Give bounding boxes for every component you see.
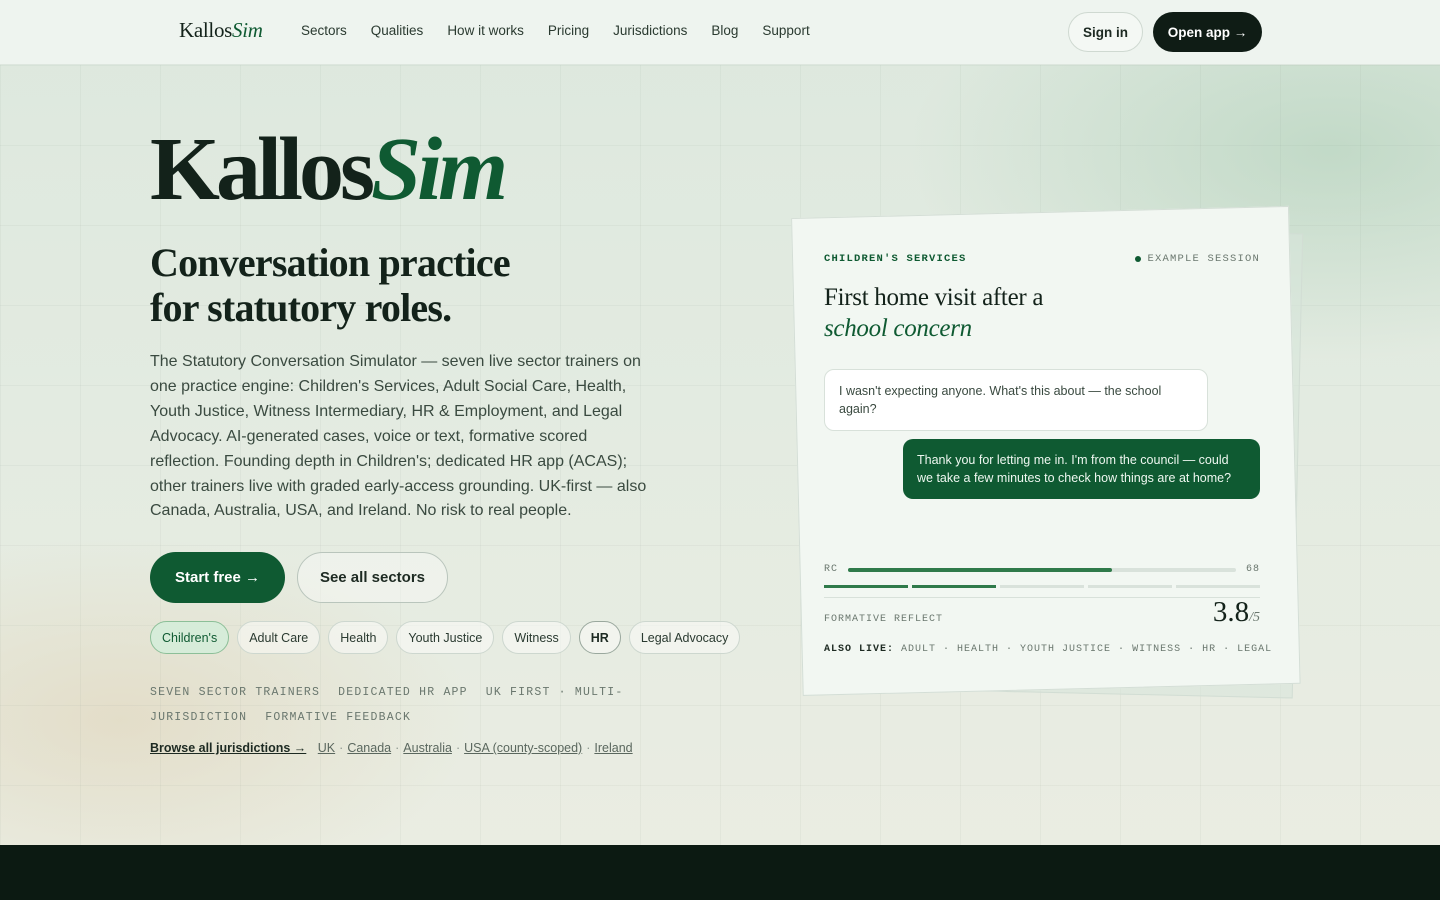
rc-label: RC — [824, 564, 839, 575]
logo-accent: Sim — [232, 18, 263, 42]
subtitle-line-1: Conversation practice — [150, 240, 511, 285]
jurisdiction-uk[interactable]: UK — [318, 741, 335, 755]
hero-description: The Statutory Conversation Simulator — s… — [150, 353, 647, 520]
jurisdiction-canada[interactable]: Canada — [347, 741, 391, 755]
nav-jurisdictions[interactable]: Jurisdictions — [613, 23, 687, 38]
tag-hr-app: DEDICATED HR APP — [338, 686, 468, 699]
top-nav: KallosSim Sectors Qualities How it works… — [0, 0, 1440, 65]
nav-support[interactable]: Support — [762, 23, 809, 38]
chip-hr[interactable]: HR — [578, 621, 621, 654]
chip-childrens[interactable]: Children's — [150, 621, 230, 654]
progress-segments — [824, 585, 1260, 588]
start-free-button[interactable]: Start free → — [150, 552, 285, 603]
jurisdiction-ireland[interactable]: Ireland — [594, 741, 632, 755]
rc-fill — [848, 567, 1112, 572]
separator: · — [586, 741, 591, 755]
message-outgoing: Thank you for letting me in. I'm from th… — [903, 439, 1260, 499]
card-title-line-2: school concern — [824, 315, 972, 342]
main-nav: Sectors Qualities How it works Pricing J… — [301, 23, 810, 38]
sector-chips: Children's Adult Care Health Youth Justi… — [150, 621, 741, 654]
chip-health[interactable]: Health — [328, 621, 389, 654]
hero-title-main: Kallos — [150, 120, 375, 219]
nav-sectors[interactable]: Sectors — [301, 23, 347, 38]
jurisdiction-australia[interactable]: Australia — [403, 741, 452, 755]
nav-how-it-works[interactable]: How it works — [447, 23, 524, 38]
nav-qualities[interactable]: Qualities — [371, 23, 424, 38]
open-app-button[interactable]: Open app → — [1153, 12, 1262, 52]
sign-in-button[interactable]: Sign in — [1068, 12, 1143, 52]
reflect-label: FORMATIVE REFLECT — [824, 614, 944, 625]
chip-witness[interactable]: Witness — [502, 621, 571, 654]
chip-adult-care[interactable]: Adult Care — [237, 621, 321, 654]
card-scenario-title: First home visit after a school concern — [824, 282, 1124, 344]
rc-meter: RC 68 — [824, 564, 1260, 575]
hero-title-accent: Sim — [371, 120, 508, 219]
card-sector-label: CHILDREN'S SERVICES — [824, 253, 967, 265]
jurisdictions-row: Browse all jurisdictions → UK · Canada · Aus… — [150, 741, 633, 755]
footer-band — [0, 845, 1440, 900]
message-incoming: I wasn't expecting anyone. What's this a… — [824, 369, 1208, 431]
also-live-label: ALSO LIVE: — [824, 644, 895, 655]
rc-track — [848, 567, 1236, 572]
also-live-row: ALSO LIVE: ADULT · HEALTH · YOUTH JUSTIC… — [824, 644, 1272, 655]
progress-segment — [1000, 585, 1084, 588]
example-text: EXAMPLE SESSION — [1147, 253, 1260, 265]
also-live-list: ADULT · HEALTH · YOUTH JUSTICE · WITNESS… — [901, 644, 1273, 655]
example-session-content: CHILDREN'S SERVICES EXAMPLE SESSION Firs… — [791, 212, 1289, 690]
chip-youth-justice[interactable]: Youth Justice — [396, 621, 495, 654]
nav-pricing[interactable]: Pricing — [548, 23, 589, 38]
status-dot-icon — [1135, 256, 1142, 262]
score-max: /5 — [1249, 610, 1260, 625]
hero-title: KallosSim — [150, 125, 508, 215]
logo[interactable]: KallosSim — [179, 18, 263, 43]
score-value: 3.8 — [1212, 596, 1250, 628]
hero-subtitle: Conversation practice for statutory roles… — [150, 240, 670, 330]
chip-legal-advocacy[interactable]: Legal Advocacy — [628, 621, 741, 654]
card-example-label: EXAMPLE SESSION — [1135, 253, 1260, 265]
progress-segment — [912, 585, 996, 588]
see-all-sectors-button[interactable]: See all sectors — [297, 552, 448, 603]
subtitle-line-2: for statutory roles. — [150, 285, 452, 330]
card-divider — [824, 597, 1260, 598]
separator: · — [339, 741, 344, 755]
progress-segment — [1176, 585, 1260, 588]
progress-segment — [1088, 585, 1172, 588]
tag-sector-trainers: SEVEN SECTOR TRAINERS — [150, 686, 321, 699]
reflect-score: 3.8/5 — [1213, 596, 1260, 629]
separator: · — [455, 741, 461, 755]
progress-segment — [824, 585, 908, 588]
rc-value: 68 — [1245, 564, 1260, 575]
feature-tags: SEVEN SECTOR TRAINERS DEDICATED HR APP UK … — [150, 680, 710, 730]
nav-blog[interactable]: Blog — [711, 23, 738, 38]
tag-formative: FORMATIVE FEEDBACK — [265, 711, 412, 724]
separator: · — [395, 741, 400, 755]
jurisdiction-usa[interactable]: USA (county-scoped) — [464, 741, 582, 755]
browse-jurisdictions-link[interactable]: Browse all jurisdictions → — [150, 741, 306, 755]
logo-main: Kallos — [179, 18, 233, 42]
card-title-line-1: First home visit after a — [824, 284, 1044, 311]
